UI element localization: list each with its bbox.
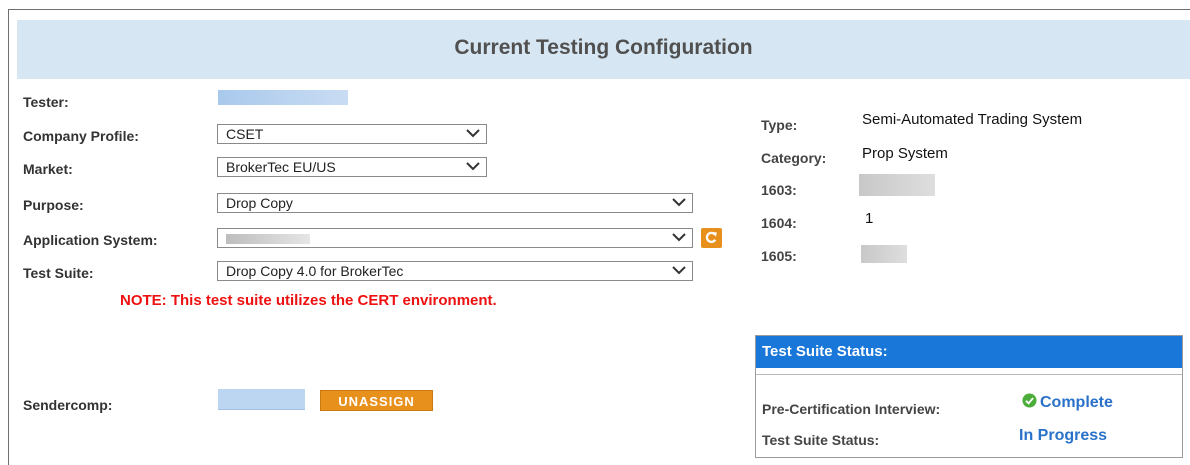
chevron-down-icon	[466, 162, 480, 171]
chevron-down-icon	[466, 129, 480, 138]
application-system-value-masked	[226, 234, 310, 244]
category-value: Prop System	[862, 145, 948, 162]
page-title: Current Testing Configuration	[17, 20, 1190, 79]
chevron-down-icon	[672, 233, 686, 242]
company-profile-label: Company Profile:	[23, 128, 139, 144]
application-system-label: Application System:	[23, 232, 158, 248]
field-1604-label: 1604:	[761, 215, 797, 231]
market-label: Market:	[23, 161, 73, 177]
status-panel-header: Test Suite Status:	[756, 336, 1182, 368]
category-label: Category:	[761, 150, 827, 166]
unassign-button[interactable]: UNASSIGN	[320, 390, 433, 411]
market-select[interactable]: BrokerTec EU/US	[217, 157, 487, 177]
company-profile-value: CSET	[226, 126, 264, 142]
chevron-down-icon	[672, 198, 686, 207]
field-1603-value-masked	[859, 174, 935, 196]
field-1603-label: 1603:	[761, 182, 797, 198]
tester-value-masked	[218, 90, 348, 105]
sendercomp-label: Sendercomp:	[23, 397, 113, 413]
test-suite-status-label: Test Suite Status:	[762, 432, 880, 448]
market-value: BrokerTec EU/US	[226, 159, 336, 175]
field-1605-value-masked	[861, 245, 907, 263]
status-panel-divider	[756, 368, 1182, 375]
refresh-button[interactable]	[701, 228, 722, 248]
purpose-select[interactable]: Drop Copy	[217, 193, 693, 213]
field-1605-label: 1605:	[761, 248, 797, 264]
pre-cert-interview-status-link[interactable]: Complete	[1040, 394, 1113, 412]
check-circle-icon	[1022, 393, 1037, 408]
application-system-select[interactable]	[217, 228, 693, 248]
test-suite-label: Test Suite:	[23, 265, 94, 281]
tester-label: Tester:	[23, 94, 69, 110]
type-label: Type:	[761, 117, 798, 133]
test-suite-select[interactable]: Drop Copy 4.0 for BrokerTec	[217, 261, 693, 281]
refresh-icon	[705, 231, 717, 243]
purpose-value: Drop Copy	[226, 195, 293, 211]
environment-note: NOTE: This test suite utilizes the CERT …	[120, 292, 497, 309]
purpose-label: Purpose:	[23, 197, 84, 213]
field-1604-value: 1	[865, 210, 874, 227]
chevron-down-icon	[672, 266, 686, 275]
sendercomp-value-masked	[218, 389, 305, 410]
test-suite-value: Drop Copy 4.0 for BrokerTec	[226, 263, 404, 279]
pre-cert-interview-label: Pre-Certification Interview:	[762, 401, 941, 417]
type-value: Semi-Automated Trading System	[862, 111, 1083, 128]
company-profile-select[interactable]: CSET	[217, 124, 487, 144]
test-suite-status-link[interactable]: In Progress	[1019, 427, 1107, 445]
